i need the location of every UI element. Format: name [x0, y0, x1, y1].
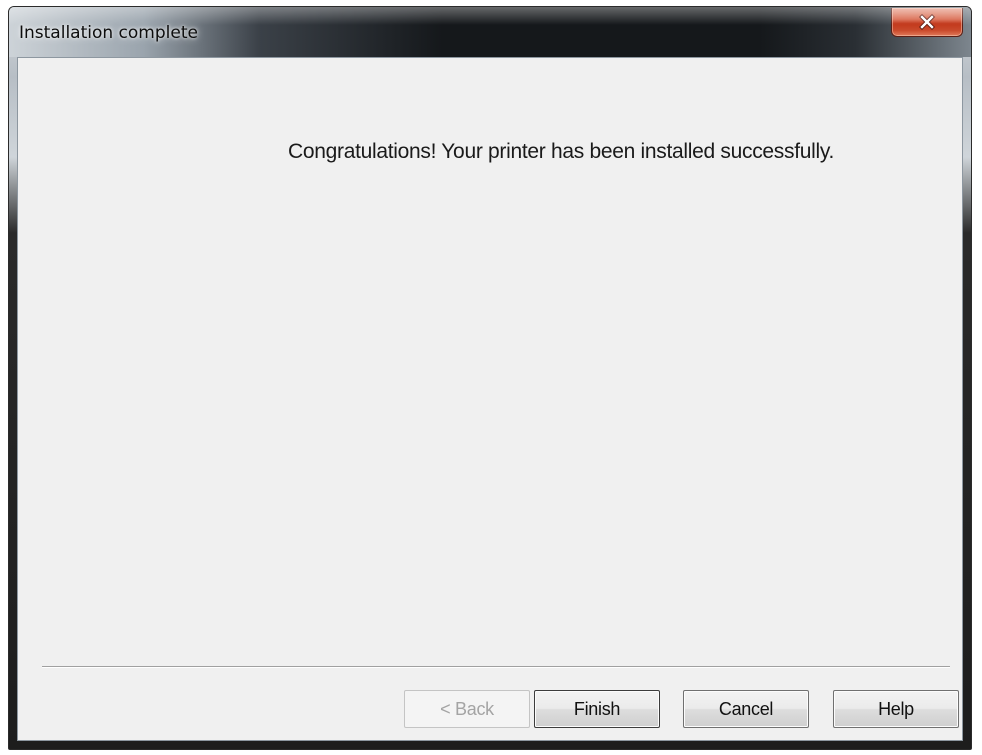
title-bar[interactable]: Installation complete — [9, 7, 971, 57]
installation-dialog: Installation complete Congratulations! Y… — [8, 6, 972, 750]
close-icon — [919, 14, 935, 30]
dialog-content: Congratulations! Your printer has been i… — [17, 57, 963, 741]
help-button[interactable]: Help — [833, 690, 959, 728]
success-message: Congratulations! Your printer has been i… — [288, 140, 835, 163]
back-button[interactable]: < Back — [404, 690, 530, 728]
cancel-button[interactable]: Cancel — [683, 690, 809, 728]
window-title: Installation complete — [19, 23, 198, 43]
close-button[interactable] — [891, 8, 963, 37]
button-separator — [42, 666, 950, 668]
finish-button[interactable]: Finish — [534, 690, 660, 728]
